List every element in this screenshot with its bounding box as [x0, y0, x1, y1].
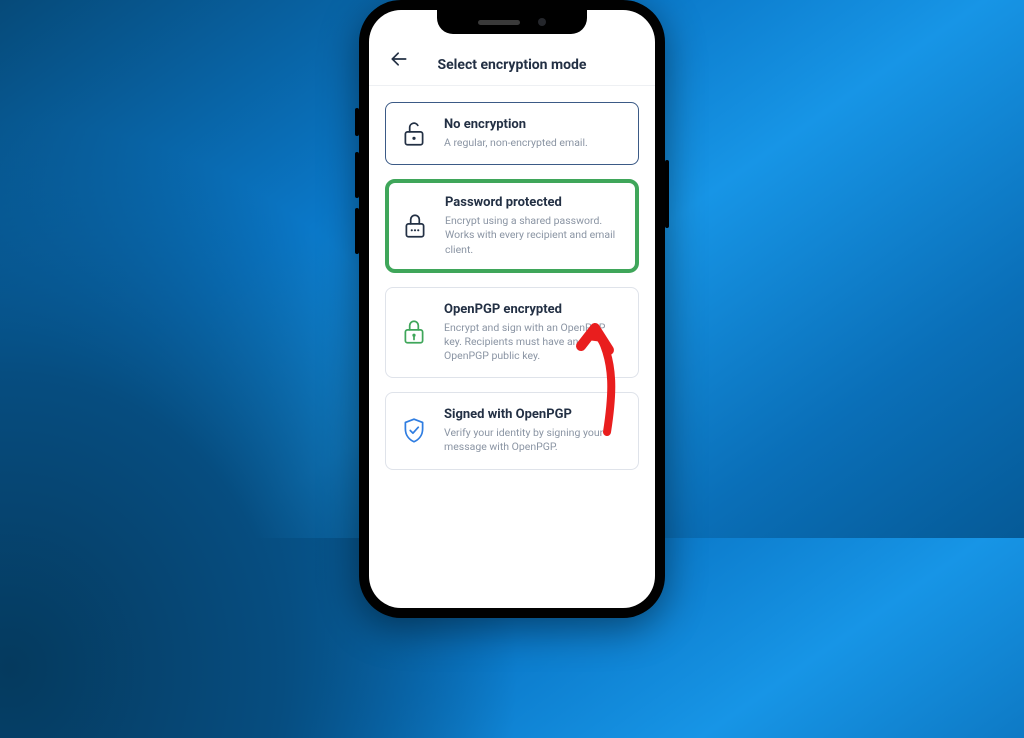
- phone-notch: [437, 10, 587, 34]
- option-title: Signed with OpenPGP: [444, 407, 624, 422]
- back-arrow-icon: [389, 49, 409, 69]
- open-padlock-icon: [398, 117, 430, 150]
- option-desc: Encrypt and sign with an OpenPGP key. Re…: [444, 321, 624, 364]
- option-desc: A regular, non-encrypted email.: [444, 136, 624, 150]
- option-no-encryption[interactable]: No encryption A regular, non-encrypted e…: [385, 102, 639, 165]
- option-openpgp-encrypted[interactable]: OpenPGP encrypted Encrypt and sign with …: [385, 287, 639, 379]
- option-password-protected[interactable]: Password protected Encrypt using a share…: [385, 179, 639, 273]
- shield-check-icon: [398, 407, 430, 454]
- padlock-password-icon: [399, 195, 431, 257]
- locked-padlock-icon: [398, 302, 430, 364]
- option-title: No encryption: [444, 117, 624, 132]
- back-button[interactable]: [385, 45, 413, 73]
- phone-speaker: [478, 20, 520, 25]
- encryption-options-list: No encryption A regular, non-encrypted e…: [369, 86, 655, 470]
- phone-side-button: [355, 108, 359, 136]
- option-title: OpenPGP encrypted: [444, 302, 624, 317]
- option-title: Password protected: [445, 195, 623, 210]
- phone-side-button: [665, 160, 669, 228]
- phone-mockup: Select encryption mode No encryption A r…: [359, 0, 665, 618]
- phone-side-button: [355, 208, 359, 254]
- phone-side-button: [355, 152, 359, 198]
- option-signed-openpgp[interactable]: Signed with OpenPGP Verify your identity…: [385, 392, 639, 469]
- option-desc: Encrypt using a shared password. Works w…: [445, 214, 623, 257]
- option-desc: Verify your identity by signing your mes…: [444, 426, 624, 454]
- phone-screen: Select encryption mode No encryption A r…: [369, 10, 655, 608]
- phone-camera: [538, 18, 546, 26]
